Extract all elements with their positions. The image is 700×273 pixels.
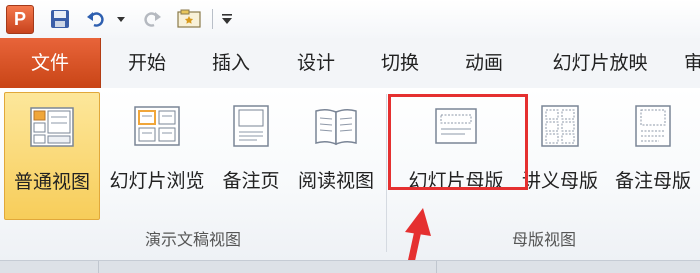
handout-master-icon — [541, 104, 579, 148]
notes-master-label: 备注母版 — [614, 170, 691, 192]
notes-master-button[interactable]: 备注母版 — [606, 92, 700, 220]
undo-dropdown-icon[interactable] — [114, 8, 128, 30]
tab-animations[interactable]: 动画 — [451, 38, 517, 88]
slide-sorter-label: 幻灯片浏览 — [109, 170, 205, 192]
notes-page-button[interactable]: 备注页 — [214, 92, 288, 220]
tab-home[interactable]: 开始 — [114, 38, 180, 88]
tab-review[interactable]: 审 — [684, 38, 700, 88]
undo-icon[interactable] — [84, 8, 108, 30]
reading-view-icon — [314, 104, 358, 148]
tab-transitions[interactable]: 切换 — [367, 38, 433, 88]
handout-master-label: 讲义母版 — [521, 170, 598, 192]
normal-view-icon — [30, 105, 74, 149]
slide-icon[interactable] — [176, 8, 202, 30]
group-separator — [386, 94, 387, 252]
slide-sorter-icon — [134, 104, 180, 148]
powerpoint-logo-icon[interactable]: P — [6, 5, 34, 34]
quick-access-toolbar: P — [0, 0, 700, 38]
redo-icon[interactable] — [140, 8, 164, 30]
slide-sorter-button[interactable]: 幻灯片浏览 — [102, 92, 212, 220]
notes-page-label: 备注页 — [222, 170, 280, 192]
workspace-edge — [0, 260, 700, 273]
pane-divider — [98, 261, 99, 273]
tab-file[interactable]: 文件 — [0, 38, 101, 88]
ribbon-panel: 普通视图 幻灯片浏览 备注页 阅读视图 演示文稿视图 幻灯片母版 讲义母版 备注… — [0, 88, 700, 260]
highlight-box — [388, 94, 528, 190]
group-label-presentation-views: 演示文稿视图 — [144, 230, 241, 249]
toolbar-separator — [212, 9, 213, 29]
save-icon[interactable] — [48, 8, 72, 30]
notes-page-icon — [233, 104, 269, 148]
ribbon-tabs: 文件 开始 插入 设计 切换 动画 幻灯片放映 审 — [0, 38, 700, 89]
pane-divider — [436, 261, 437, 273]
customize-dropdown-icon[interactable] — [218, 8, 236, 30]
tab-insert[interactable]: 插入 — [198, 38, 264, 88]
notes-master-icon — [635, 104, 671, 148]
tab-design[interactable]: 设计 — [283, 38, 349, 88]
tab-slideshow[interactable]: 幻灯片放映 — [536, 38, 664, 88]
normal-view-button[interactable]: 普通视图 — [4, 92, 100, 220]
normal-view-label: 普通视图 — [13, 171, 90, 193]
handout-master-button[interactable]: 讲义母版 — [516, 92, 604, 220]
reading-view-label: 阅读视图 — [297, 170, 374, 192]
reading-view-button[interactable]: 阅读视图 — [290, 92, 382, 220]
